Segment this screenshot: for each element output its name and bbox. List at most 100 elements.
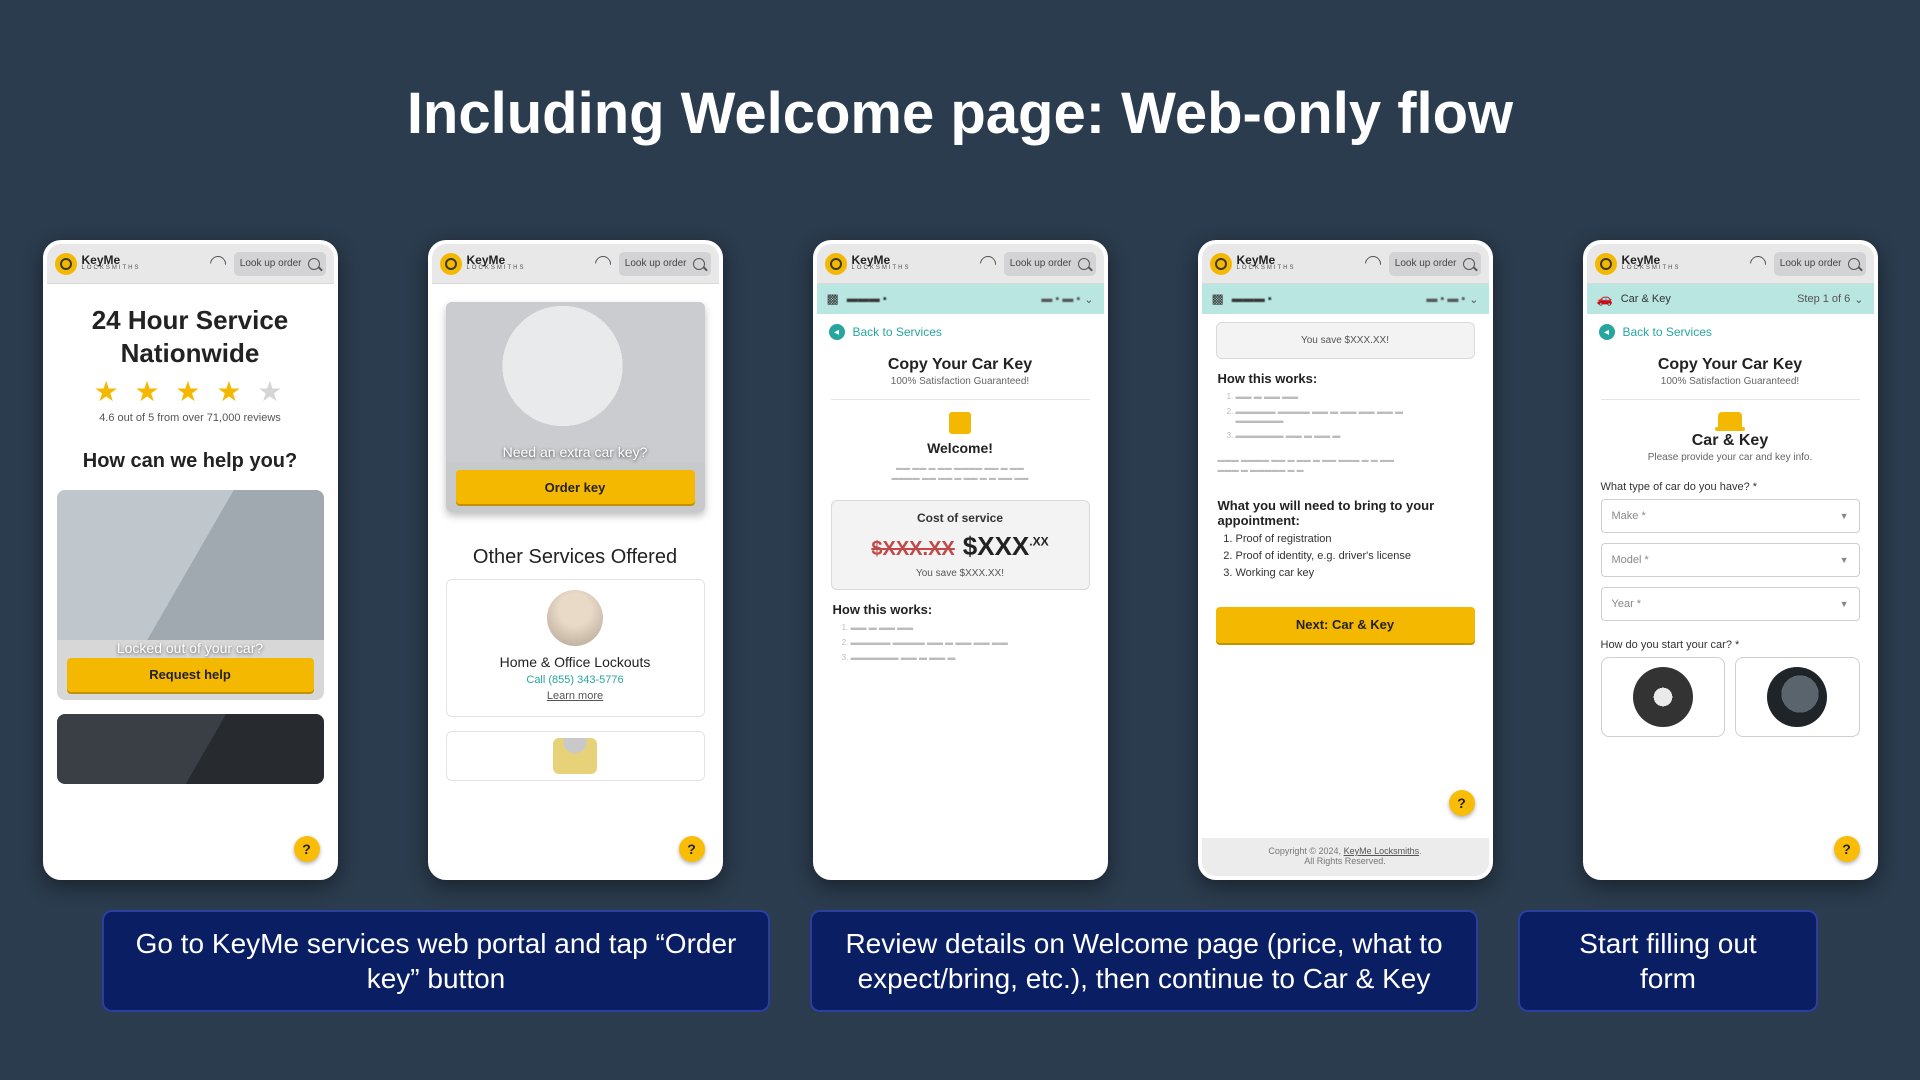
- blurred-paragraph: ▬▬▬ ▬▬▬▬ ▬▬ ▬ ▬▬ ▬ ▬▬ ▬▬▬ ▬ ▬ ▬▬▬▬▬ ▬ ▬▬…: [1202, 446, 1489, 486]
- guarantee-text: 100% Satisfaction Guaranteed!: [817, 376, 1104, 387]
- logo-icon: [1210, 253, 1232, 275]
- help-button[interactable]: ?: [1834, 836, 1860, 862]
- lookup-order-button[interactable]: Look up order: [1004, 252, 1096, 276]
- section-desc: Please provide your car and key info.: [1587, 452, 1874, 463]
- help-button[interactable]: ?: [294, 836, 320, 862]
- keys-icon: [553, 738, 597, 774]
- service-card-lockout[interactable]: Locked out of your car? Request help: [57, 490, 324, 700]
- year-select[interactable]: Year *▼: [1601, 587, 1860, 621]
- option-image: [1767, 667, 1827, 727]
- how-steps-blurred: ▬▬ ▬ ▬▬ ▬▬ ▬▬▬▬▬ ▬▬▬▬ ▬▬ ▬ ▬▬ ▬▬ ▬▬ ▬▬▬▬…: [833, 623, 1088, 662]
- bring-item: Proof of identity, e.g. driver's license: [1236, 550, 1473, 562]
- cost-of-service-box: Cost of service $XXX.XX $XXX.XX You save…: [831, 500, 1090, 590]
- chevron-down-icon[interactable]: ⌄: [1854, 293, 1863, 306]
- request-help-button[interactable]: Request help: [67, 658, 314, 692]
- tile-image: [547, 590, 603, 646]
- card-image: [57, 490, 324, 640]
- savings-text: You save $XXX.XX!: [842, 568, 1079, 579]
- page-title: Copy Your Car Key: [1587, 356, 1874, 374]
- brand-logo: KeyMeLOCKSMITHS: [1210, 253, 1296, 275]
- chevron-down-icon: ▼: [1840, 511, 1849, 521]
- cost-title: Cost of service: [842, 511, 1079, 525]
- app-header: KeyMeLOCKSMITHS Look up order: [817, 244, 1104, 284]
- back-label: Back to Services: [1623, 325, 1712, 339]
- back-icon: ◂: [829, 324, 845, 340]
- search-icon: [1463, 258, 1475, 270]
- service-tile-lockouts[interactable]: Home & Office Lockouts Call (855) 343-57…: [446, 579, 705, 717]
- service-tile-keys[interactable]: [446, 731, 705, 781]
- step-indicator: Step 1 of 6: [1797, 293, 1850, 305]
- blurred-body-text: ▬▬ ▬▬ ▬ ▬▬ ▬▬▬▬ ▬▬ ▬ ▬▬▬▬▬▬ ▬▬ ▬▬ ▬ ▬▬ ▬…: [817, 456, 1104, 492]
- help-button[interactable]: ?: [679, 836, 705, 862]
- option-image: [1633, 667, 1693, 727]
- make-select[interactable]: Make *▼: [1601, 499, 1860, 533]
- help-button[interactable]: ?: [1449, 790, 1475, 816]
- how-heading: How can we help you?: [61, 450, 320, 473]
- theme-toggle-icon[interactable]: [1362, 252, 1385, 275]
- app-header: KeyMeLOCKSMITHS Look up order: [1202, 244, 1489, 284]
- tile-call-link[interactable]: Call (855) 343-5776: [447, 674, 704, 686]
- screen-services-home: KeyMe LOCKSMITHS Look up order 24 Hour S…: [43, 240, 338, 880]
- screen-car-key-form: KeyMeLOCKSMITHS Look up order 🚗 Car & Ke…: [1583, 240, 1878, 880]
- bring-heading: What you will need to bring to your appo…: [1218, 498, 1473, 528]
- order-key-button[interactable]: Order key: [456, 470, 695, 504]
- lookup-order-button[interactable]: Look up order: [234, 252, 326, 276]
- car-icon: ▩: [1212, 291, 1224, 307]
- model-select[interactable]: Model *▼: [1601, 543, 1860, 577]
- progress-subheader[interactable]: 🚗 Car & Key Step 1 of 6 ⌄: [1587, 284, 1874, 314]
- screens-row: KeyMe LOCKSMITHS Look up order 24 Hour S…: [0, 240, 1920, 880]
- divider: [831, 399, 1090, 400]
- lookup-order-button[interactable]: Look up order: [1389, 252, 1481, 276]
- back-icon: ◂: [1599, 324, 1615, 340]
- search-icon: [1078, 258, 1090, 270]
- chevron-down-icon[interactable]: ⌄: [1084, 293, 1093, 306]
- guarantee-text: 100% Satisfaction Guaranteed!: [1587, 376, 1874, 387]
- search-icon: [1848, 258, 1860, 270]
- theme-toggle-icon[interactable]: [977, 252, 1000, 275]
- slide-title: Including Welcome page: Web-only flow: [0, 0, 1920, 147]
- caption-step3: Start filling out form: [1518, 910, 1818, 1012]
- start-car-question: How do you start your car? *: [1601, 639, 1860, 651]
- progress-redacted: ▬▬▬ ▪: [847, 293, 887, 305]
- card-question: Need an extra car key?: [446, 444, 705, 460]
- divider: [1601, 399, 1860, 400]
- lookup-order-button[interactable]: Look up order: [619, 252, 711, 276]
- start-option-turn-key[interactable]: [1601, 657, 1726, 737]
- logo-icon: [440, 253, 462, 275]
- progress-step-redacted: ▬ ▪ ▬ ▪: [1041, 293, 1080, 305]
- progress-subheader: ▩ ▬▬▬ ▪ ▬ ▪ ▬ ▪ ⌄: [817, 284, 1104, 314]
- subheader-title: Car & Key: [1621, 293, 1671, 305]
- how-this-works-heading: How this works:: [1218, 371, 1473, 386]
- search-icon: [308, 258, 320, 270]
- chevron-down-icon: ▼: [1840, 599, 1849, 609]
- bring-list: Proof of registration Proof of identity,…: [1218, 533, 1473, 579]
- chevron-down-icon[interactable]: ⌄: [1469, 293, 1478, 306]
- theme-toggle-icon[interactable]: [1747, 252, 1770, 275]
- brand-logo: KeyMeLOCKSMITHS: [1595, 253, 1681, 275]
- footer-brand-link[interactable]: KeyMe Locksmiths: [1344, 846, 1420, 856]
- back-label: Back to Services: [853, 325, 942, 339]
- app-header: KeyMeLOCKSMITHS Look up order: [432, 244, 719, 284]
- car-icon: 🚗: [1597, 291, 1613, 307]
- logo-icon: [55, 253, 77, 275]
- theme-toggle-icon[interactable]: [207, 252, 230, 275]
- start-option-push-button[interactable]: [1735, 657, 1860, 737]
- back-to-services[interactable]: ◂ Back to Services: [817, 314, 1104, 350]
- theme-toggle-icon[interactable]: [592, 252, 615, 275]
- brand-logo: KeyMeLOCKSMITHS: [440, 253, 526, 275]
- card-label: Locked out of your car?: [57, 640, 324, 656]
- car-type-question: What type of car do you have? *: [1601, 481, 1860, 493]
- hero-line1: 24 Hour Service: [61, 306, 320, 335]
- tile-learn-link[interactable]: Learn more: [447, 690, 704, 702]
- brand-logo: KeyMeLOCKSMITHS: [825, 253, 911, 275]
- next-car-key-button[interactable]: Next: Car & Key: [1216, 607, 1475, 643]
- back-to-services[interactable]: ◂ Back to Services: [1587, 314, 1874, 350]
- how-this-works-heading: How this works:: [833, 602, 1088, 617]
- app-header: KeyMeLOCKSMITHS Look up order: [1587, 244, 1874, 284]
- other-services-heading: Other Services Offered: [432, 546, 719, 569]
- car-icon: ▩: [827, 291, 839, 307]
- screen-welcome-bottom: KeyMeLOCKSMITHS Look up order ▩ ▬▬▬ ▪ ▬ …: [1198, 240, 1493, 880]
- original-price: $XXX.XX: [871, 538, 954, 561]
- car-key-card[interactable]: Need an extra car key? Order key: [446, 302, 705, 512]
- lookup-order-button[interactable]: Look up order: [1774, 252, 1866, 276]
